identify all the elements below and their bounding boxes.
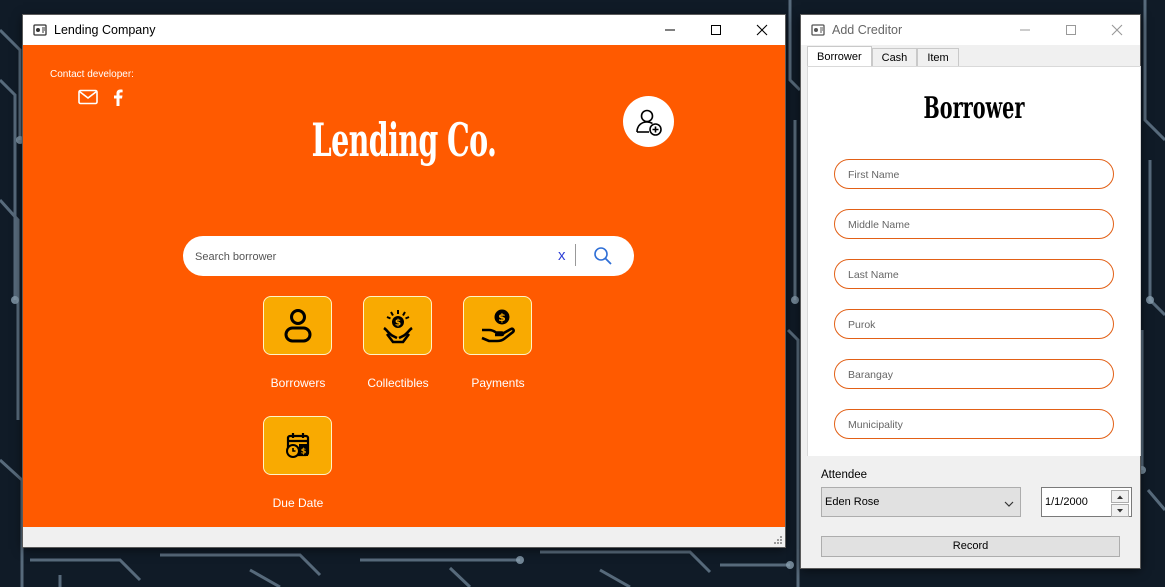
creditor-titlebar[interactable]: Add Creditor [801, 15, 1140, 45]
minimize-button[interactable] [1002, 15, 1048, 45]
middle-name-input[interactable] [846, 216, 1100, 234]
minimize-icon [665, 29, 675, 31]
middle-name-field [834, 209, 1114, 239]
panel-title: Borrower [923, 91, 1025, 126]
municipality-field [834, 409, 1114, 439]
add-creditor-button[interactable] [623, 96, 674, 147]
person-icon [284, 308, 311, 342]
main-window-title: Lending Company [54, 23, 156, 37]
tab-borrower[interactable]: Borrower [807, 46, 872, 67]
main-content: Contact developer: Lending Co. x [23, 45, 785, 527]
calendar-clock-icon: $ [285, 432, 309, 458]
attendee-select[interactable]: Eden Rose [821, 487, 1021, 517]
facebook-icon[interactable] [112, 89, 124, 111]
date-picker[interactable]: 1/1/2000 [1041, 487, 1132, 517]
spin-down-button[interactable] [1111, 504, 1129, 517]
maximize-icon [1066, 25, 1076, 35]
date-value: 1/1/2000 [1045, 496, 1088, 508]
last-name-field [834, 259, 1114, 289]
attendee-value: Eden Rose [825, 496, 880, 508]
borrower-panel: Borrower [807, 66, 1141, 456]
chevron-down-icon [1004, 496, 1014, 514]
close-button[interactable] [739, 15, 785, 45]
tab-cash[interactable]: Cash [871, 48, 918, 67]
creditor-window-title: Add Creditor [832, 23, 903, 37]
email-icon[interactable] [78, 89, 98, 110]
clear-search-button[interactable]: x [558, 247, 566, 264]
close-button[interactable] [1094, 15, 1140, 45]
date-spinner [1111, 490, 1129, 517]
due-date-label: Due Date [272, 496, 324, 510]
record-button[interactable]: Record [821, 536, 1120, 557]
barangay-field [834, 359, 1114, 389]
tab-item[interactable]: Item [917, 48, 959, 67]
hand-coin-icon: $ [382, 309, 413, 343]
collectibles-button[interactable]: $ [363, 296, 432, 355]
municipality-input[interactable] [846, 416, 1100, 434]
creditor-tabs: Borrower Cash Item [807, 46, 959, 67]
search-icon[interactable] [593, 246, 613, 271]
minimize-icon [1020, 29, 1030, 31]
payment-hand-icon: $ [480, 309, 515, 342]
spin-up-button[interactable] [1111, 490, 1129, 503]
status-bar [23, 527, 785, 547]
brand-title: Lending Co. [311, 113, 497, 167]
contact-developer-label: Contact developer: [50, 69, 134, 80]
maximize-button[interactable] [1048, 15, 1094, 45]
search-bar: x [183, 236, 634, 276]
add-creditor-window: Add Creditor Borrower Cash Item Borrower [801, 15, 1141, 568]
attendee-label: Attendee [821, 469, 868, 481]
purok-input[interactable] [846, 316, 1100, 334]
resize-grip-icon[interactable] [772, 534, 782, 544]
close-icon [1111, 24, 1123, 36]
caret-up-icon [1117, 495, 1123, 499]
due-date-button[interactable]: $ [263, 416, 332, 475]
caret-down-icon [1117, 508, 1123, 512]
main-titlebar[interactable]: Lending Company [23, 15, 785, 45]
app-icon [810, 22, 826, 38]
search-input[interactable] [193, 245, 537, 269]
minimize-button[interactable] [647, 15, 693, 45]
first-name-field [834, 159, 1114, 189]
first-name-input[interactable] [846, 166, 1100, 184]
maximize-icon [711, 25, 721, 35]
last-name-input[interactable] [846, 266, 1100, 284]
add-user-icon [635, 109, 662, 136]
main-window: Lending Company Contact developer: Lendi… [23, 15, 785, 547]
payments-label: Payments [471, 376, 525, 390]
borrowers-button[interactable] [263, 296, 332, 355]
payments-button[interactable]: $ [463, 296, 532, 355]
maximize-button[interactable] [693, 15, 739, 45]
app-icon [32, 22, 48, 38]
search-divider [575, 244, 576, 266]
svg-text:$: $ [498, 311, 506, 324]
purok-field [834, 309, 1114, 339]
barangay-input[interactable] [846, 366, 1100, 384]
svg-text:$: $ [394, 318, 400, 328]
svg-text:$: $ [300, 446, 306, 455]
close-icon [756, 24, 768, 36]
